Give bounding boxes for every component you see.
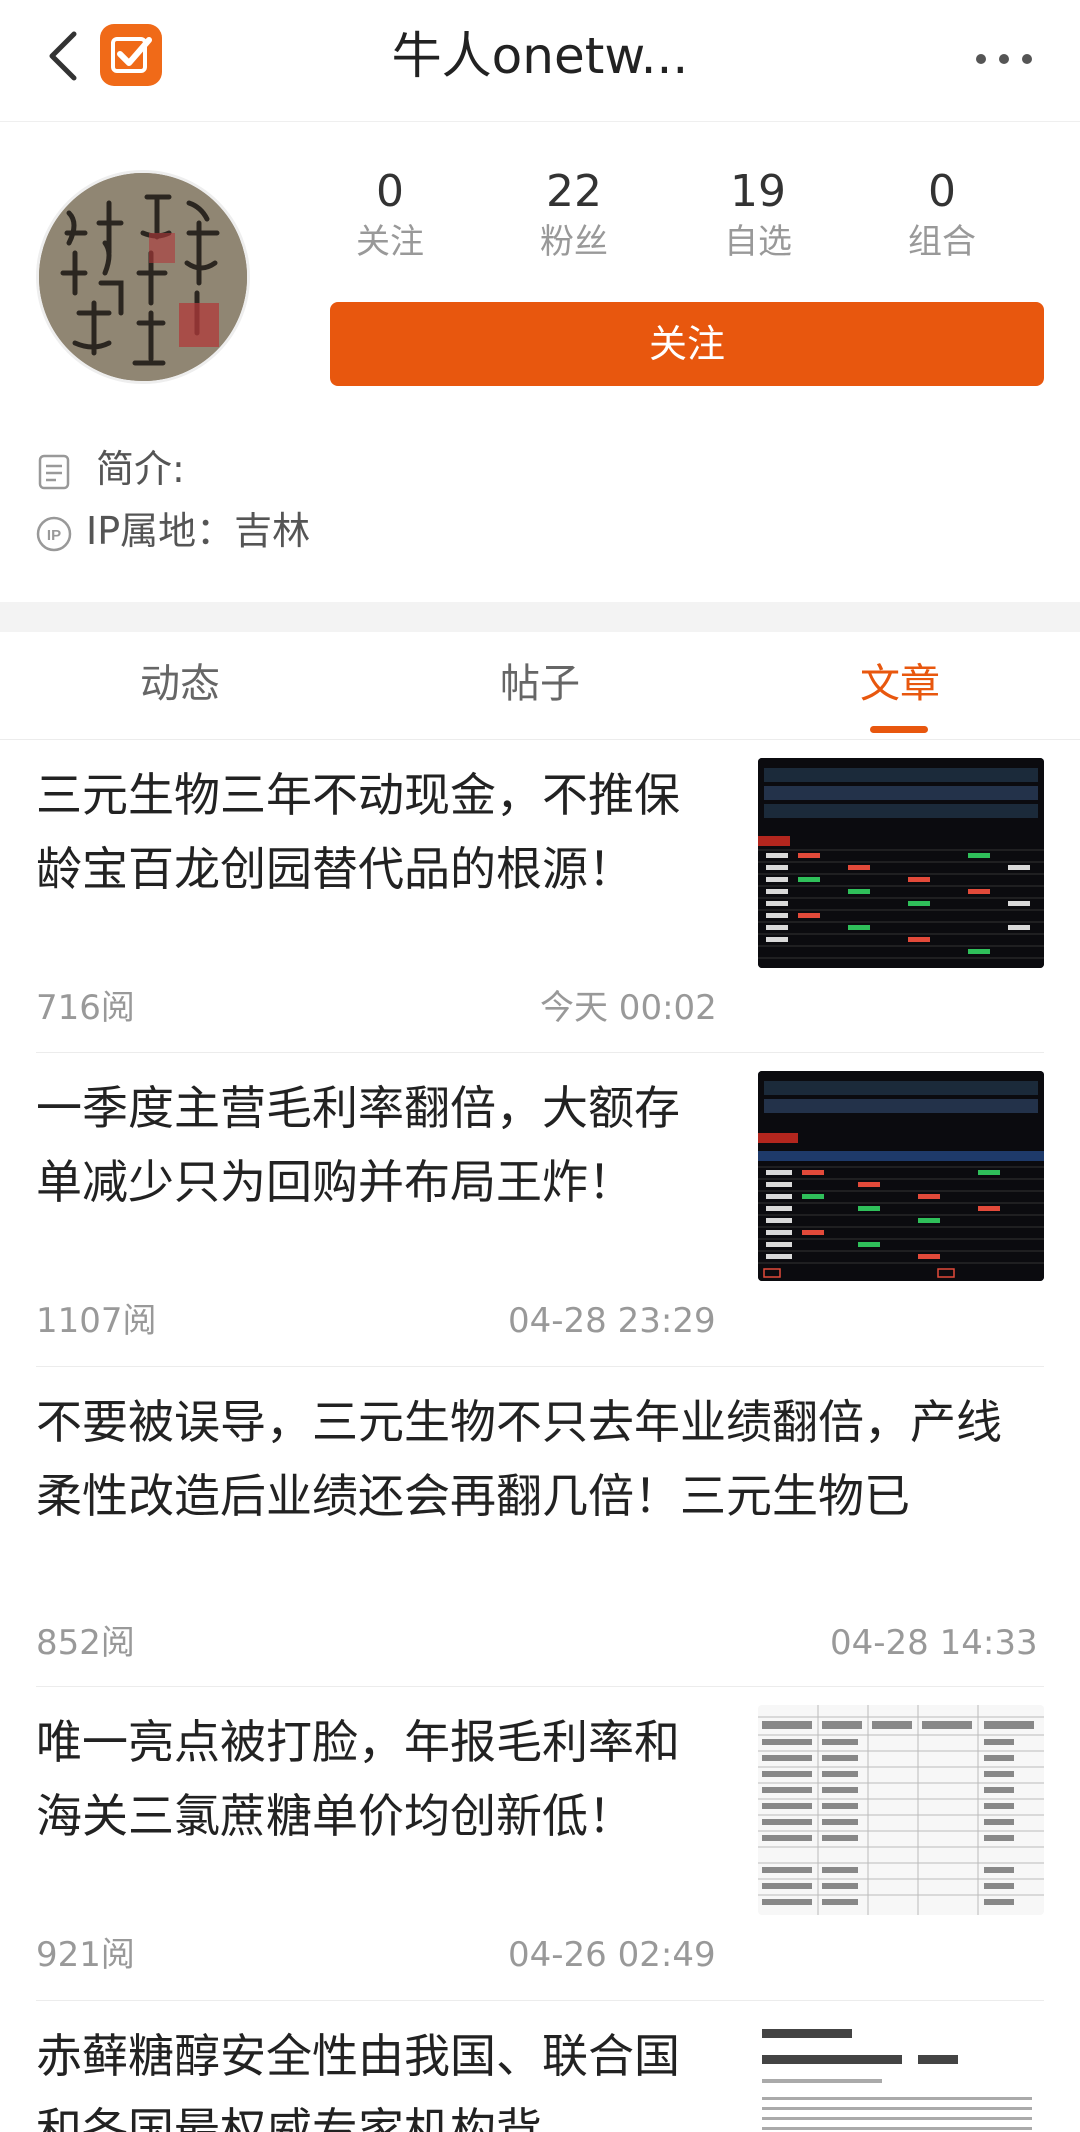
stat-portfolio[interactable]: 0 组合 <box>862 164 1022 264</box>
stat-value: 22 <box>546 166 602 217</box>
list-item[interactable]: 赤藓糖醇安全性由我国、联合国和各国最权威专家机构背 <box>0 2001 1080 2132</box>
article-reads: 921阅 <box>36 1935 135 1975</box>
article-reads: 716阅 <box>36 988 135 1028</box>
article-title: 三元生物三年不动现金，不推保龄宝百龙创园替代品的根源！ <box>36 768 680 896</box>
section-divider <box>0 602 1080 632</box>
article-time: 04-26 02:49 <box>508 1935 716 1975</box>
stat-following[interactable]: 0 关注 <box>310 164 470 264</box>
article-title: 一季度主营毛利率翻倍，大额存单减少只为回购并布局王炸！ <box>36 1081 680 1209</box>
checkmark-logo-icon <box>100 24 162 86</box>
tab-articles[interactable]: 文章 <box>780 658 1020 710</box>
svg-text:IP: IP <box>47 527 61 544</box>
article-thumbnail <box>758 2021 1044 2132</box>
list-item[interactable]: 不要被误导，三元生物不只去年业绩翻倍，产线柔性改造后业绩还会再翻几倍！三元生物已… <box>0 1367 1080 1685</box>
article-title: 赤藓糖醇安全性由我国、联合国和各国最权威专家机构背 <box>36 2029 680 2132</box>
follow-button[interactable]: 关注 <box>330 302 1044 386</box>
article-time: 今天 00:02 <box>540 988 717 1028</box>
stat-label: 自选 <box>724 222 792 262</box>
article-title: 不要被误导，三元生物不只去年业绩翻倍，产线柔性改造后业绩还会再翻几倍！三元生物已 <box>36 1395 1002 1523</box>
bio-label: 简介: <box>96 447 185 491</box>
stat-label: 粉丝 <box>540 222 608 262</box>
more-horizontal-icon[interactable] <box>972 32 1036 82</box>
tab-posts[interactable]: 帖子 <box>420 658 660 710</box>
article-time: 04-28 23:29 <box>508 1301 716 1341</box>
article-time: 04-28 14:33 <box>830 1623 1038 1663</box>
stat-watchlist[interactable]: 19 自选 <box>678 164 838 264</box>
list-item[interactable]: 一季度主营毛利率翻倍，大额存单减少只为回购并布局王炸！ 1107阅 04-28 … <box>0 1053 1080 1365</box>
tab-dynamics[interactable]: 动态 <box>60 658 300 710</box>
article-reads: 1107阅 <box>36 1301 157 1341</box>
stat-value: 0 <box>376 166 404 217</box>
active-tab-indicator <box>870 726 928 733</box>
article-thumbnail <box>758 1705 1044 1915</box>
tab-bar: 动态 帖子 文章 <box>0 632 1080 740</box>
article-thumbnail <box>758 758 1044 968</box>
stat-label: 组合 <box>908 222 976 262</box>
article-thumbnail <box>758 1071 1044 1281</box>
article-title: 唯一亮点被打脸，年报毛利率和海关三氯蔗糖单价均创新低！ <box>36 1715 680 1843</box>
stat-value: 19 <box>730 166 786 217</box>
stat-value: 0 <box>928 166 956 217</box>
profile-section: 0 关注 22 粉丝 19 自选 0 组合 关注 简介: IP IP属地：吉林 <box>0 122 1080 602</box>
top-bar: 牛人onetw... <box>0 0 1080 122</box>
stat-label: 关注 <box>356 222 424 262</box>
stats-row: 0 关注 22 粉丝 19 自选 0 组合 <box>310 164 1050 274</box>
list-item[interactable]: 三元生物三年不动现金，不推保龄宝百龙创园替代品的根源！ 716阅 今天 00:0… <box>0 740 1080 1052</box>
page-title: 牛人onetw... <box>391 27 689 85</box>
document-icon <box>36 452 72 490</box>
ip-location-label: IP属地：吉林 <box>86 509 311 553</box>
list-item[interactable]: 唯一亮点被打脸，年报毛利率和海关三氯蔗糖单价均创新低！ 921阅 04-26 0… <box>0 1687 1080 1999</box>
stat-fans[interactable]: 22 粉丝 <box>494 164 654 264</box>
avatar[interactable] <box>36 170 250 384</box>
chevron-left-icon[interactable] <box>40 28 88 84</box>
ip-location-icon: IP <box>36 514 72 552</box>
article-reads: 852阅 <box>36 1623 135 1663</box>
